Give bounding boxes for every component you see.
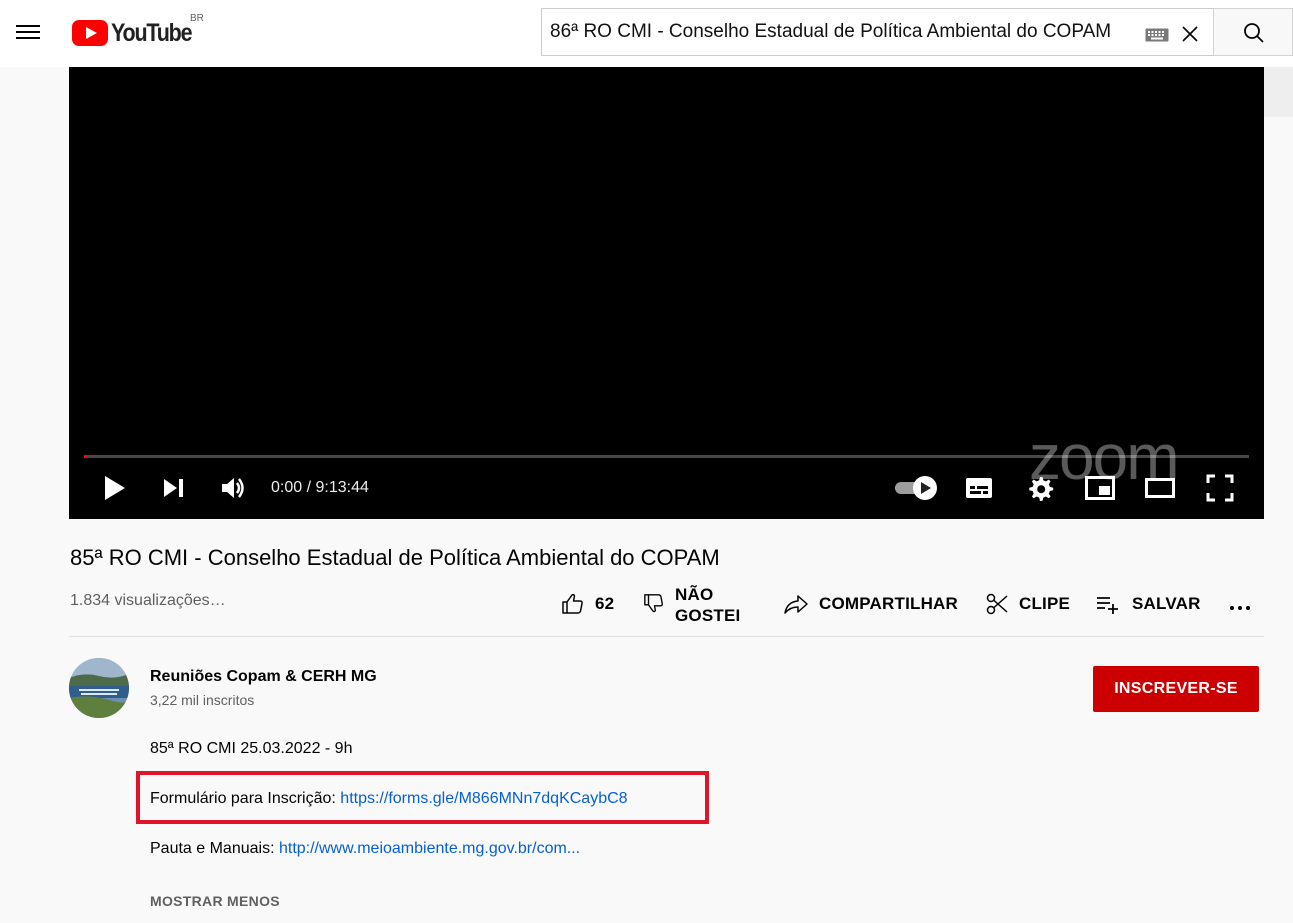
channel-name[interactable]: Reuniões Copam & CERH MG: [150, 668, 377, 686]
scrollbar-thumb[interactable]: [1264, 67, 1293, 117]
time-total: 9:13:44: [315, 479, 369, 496]
subscriber-count: 3,22 mil inscritos: [150, 692, 255, 708]
like-count: 62: [595, 594, 615, 613]
save-label: SALVAR: [1132, 594, 1201, 613]
like-button[interactable]: 62: [561, 592, 614, 616]
dislike-label-line1: NÃO: [675, 585, 714, 604]
channel-avatar-image: [69, 658, 129, 718]
play-icon[interactable]: [103, 473, 127, 503]
logo-text: YouTube: [111, 18, 193, 47]
next-icon[interactable]: [163, 473, 185, 503]
progress-played: [84, 455, 87, 458]
search-input[interactable]: 86ª RO CMI - Conselho Estadual de Políti…: [550, 17, 1135, 47]
share-icon: [784, 595, 808, 614]
video-player[interactable]: zoom 0:00 / 9:13:44: [69, 67, 1264, 519]
more-actions-icon[interactable]: [1228, 596, 1252, 620]
volume-icon[interactable]: [220, 473, 248, 503]
video-title: 85ª RO CMI - Conselho Estadual de Políti…: [70, 545, 720, 570]
theater-mode-icon[interactable]: [1144, 473, 1176, 503]
show-less-button[interactable]: MOSTRAR MENOS: [150, 893, 280, 909]
dislike-label-line2: GOSTEI: [675, 606, 741, 625]
autoplay-toggle-icon[interactable]: [893, 473, 939, 503]
keyboard-icon[interactable]: [1145, 28, 1169, 42]
settings-gear-icon[interactable]: [1025, 473, 1055, 503]
view-count[interactable]: 1.834 visualizações…: [70, 592, 226, 610]
search-icon: [1244, 23, 1264, 43]
scrollbar[interactable]: [1264, 67, 1293, 923]
time-separator: /: [302, 479, 316, 496]
clip-button[interactable]: CLIPE: [985, 592, 1070, 616]
thumbs-up-icon: [562, 593, 583, 614]
agenda-link[interactable]: http://www.meioambiente.mg.gov.br/com...: [279, 840, 580, 857]
share-button[interactable]: COMPARTILHAR: [783, 592, 958, 616]
highlight-box: [136, 771, 709, 824]
time-current: 0:00: [271, 479, 303, 496]
youtube-logo[interactable]: YouTube: [72, 18, 204, 48]
description-agenda-line: Pauta e Manuais: http://www.meioambiente…: [150, 840, 580, 858]
channel-avatar[interactable]: [69, 658, 129, 718]
search-button[interactable]: [1213, 8, 1293, 56]
subscribe-button[interactable]: INSCREVER-SE: [1093, 666, 1259, 712]
dislike-button[interactable]: NÃO GOSTEI: [643, 584, 740, 626]
search-box: 86ª RO CMI - Conselho Estadual de Políti…: [541, 8, 1214, 56]
time-display: 0:00 / 9:13:44: [271, 479, 369, 497]
share-label: COMPARTILHAR: [819, 594, 959, 613]
clear-search-icon[interactable]: [1178, 22, 1202, 46]
fullscreen-icon[interactable]: [1205, 473, 1235, 503]
progress-bar[interactable]: [84, 455, 1249, 458]
masthead: YouTube BR 86ª RO CMI - Conselho Estadua…: [0, 0, 1293, 67]
scissors-icon: [986, 593, 1008, 615]
save-button[interactable]: SALVAR: [1096, 592, 1201, 616]
country-code: BR: [190, 13, 204, 24]
description-line-1: 85ª RO CMI 25.03.2022 - 9h: [150, 740, 353, 757]
thumbs-down-icon: [644, 594, 664, 613]
menu-icon[interactable]: [16, 20, 40, 44]
miniplayer-icon[interactable]: [1084, 473, 1116, 503]
subtitles-icon[interactable]: [964, 473, 994, 503]
playlist-add-icon: [1097, 597, 1118, 614]
clip-label: CLIPE: [1019, 594, 1071, 613]
divider: [69, 636, 1264, 637]
agenda-label: Pauta e Manuais:: [150, 840, 279, 857]
youtube-play-icon: [72, 20, 108, 46]
